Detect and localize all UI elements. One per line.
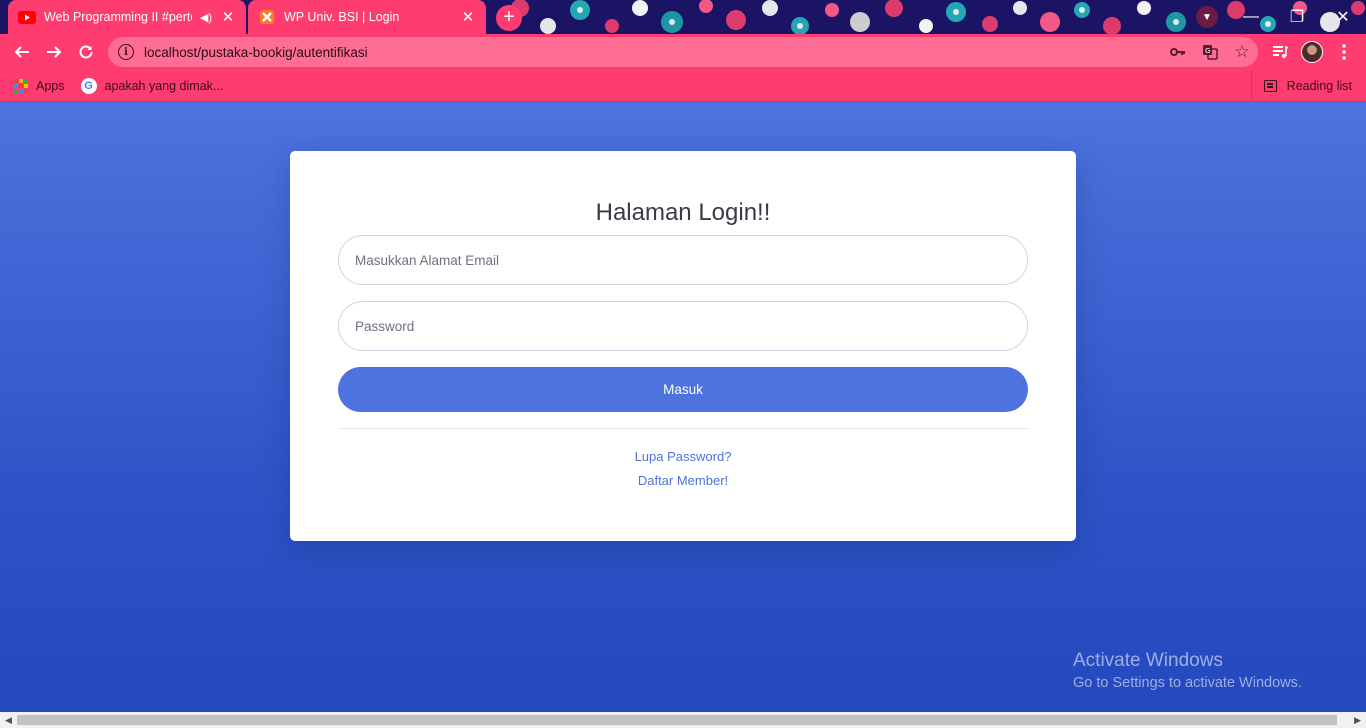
reading-list-label: Reading list	[1286, 79, 1352, 93]
tab-login[interactable]: WP Univ. BSI | Login ✕	[248, 0, 486, 34]
page-viewport: Halaman Login!! Masukkan Alamat Email Pa…	[0, 102, 1366, 712]
restore-icon[interactable]: ❐	[1274, 0, 1320, 34]
tab-youtube[interactable]: Web Programming II #perten ◀) ✕	[8, 0, 246, 34]
email-input[interactable]: Masukkan Alamat Email	[338, 235, 1028, 285]
bookmark-google-search[interactable]: G apakah yang dimak...	[80, 77, 224, 94]
bookmark-star-icon[interactable]: ☆	[1226, 42, 1258, 62]
forgot-password-label[interactable]: Lupa Password?	[635, 449, 732, 464]
reading-list-icon	[1263, 80, 1277, 92]
reading-list-button[interactable]: Reading list	[1250, 70, 1352, 102]
google-icon: G	[80, 77, 97, 94]
email-placeholder: Masukkan Alamat Email	[355, 252, 500, 268]
bookmark-apps[interactable]: Apps	[14, 78, 65, 93]
apps-grid-icon	[14, 78, 28, 93]
password-input[interactable]: Password	[338, 301, 1028, 351]
profile-avatar[interactable]	[1296, 36, 1328, 68]
menu-kebab-icon[interactable]	[1328, 36, 1360, 68]
tab-title: WP Univ. BSI | Login	[284, 10, 400, 24]
tab-search-icon[interactable]: ▼	[1196, 6, 1218, 28]
youtube-icon	[18, 10, 36, 24]
xampp-icon	[258, 10, 276, 24]
svg-text:G: G	[1205, 47, 1210, 55]
window-controls: — ❐ ✕	[1228, 0, 1366, 34]
forward-icon[interactable]	[38, 36, 70, 68]
forgot-password-link[interactable]: Lupa Password?	[290, 449, 1076, 464]
reload-icon[interactable]	[70, 36, 102, 68]
address-url[interactable]: localhost/pustaka-bookig/autentifikasi	[144, 45, 1162, 60]
bookmarks-bar: Apps G apakah yang dimak... Reading list	[0, 70, 1366, 102]
horizontal-scrollbar[interactable]: ◀ ▶	[0, 712, 1366, 728]
speaker-icon[interactable]: ◀)	[200, 11, 212, 24]
watermark-subtitle: Go to Settings to activate Windows.	[1073, 675, 1302, 691]
close-window-icon[interactable]: ✕	[1320, 0, 1366, 34]
password-placeholder: Password	[355, 318, 415, 334]
new-tab-button[interactable]: +	[496, 5, 522, 31]
tab-title: Web Programming II #perten	[44, 10, 192, 24]
close-tab-icon[interactable]: ✕	[460, 8, 476, 26]
back-icon[interactable]	[6, 36, 38, 68]
register-link[interactable]: Daftar Member!	[290, 473, 1076, 488]
browser-toolbar: i localhost/pustaka-bookig/autentifikasi…	[0, 34, 1366, 70]
close-tab-icon[interactable]: ✕	[220, 8, 236, 26]
scroll-left-icon[interactable]: ◀	[5, 715, 12, 726]
key-icon[interactable]	[1162, 47, 1194, 57]
minimize-icon[interactable]: —	[1228, 0, 1274, 34]
toolbar-right	[1264, 36, 1360, 68]
register-label[interactable]: Daftar Member!	[638, 473, 728, 488]
scrollbar-thumb[interactable]	[17, 715, 1337, 725]
watermark-title: Activate Windows	[1073, 650, 1223, 671]
bookmark-label: Apps	[36, 78, 65, 93]
avatar	[1301, 41, 1323, 63]
windows-activation-watermark: Activate Windows Go to Settings to activ…	[1073, 650, 1302, 691]
divider	[338, 428, 1028, 429]
scroll-right-icon[interactable]: ▶	[1354, 715, 1361, 726]
media-control-icon[interactable]	[1264, 36, 1296, 68]
page-title: Halaman Login!!	[595, 199, 771, 226]
address-bar[interactable]: i localhost/pustaka-bookig/autentifikasi…	[108, 37, 1258, 67]
bookmark-label: apakah yang dimak...	[104, 78, 224, 93]
translate-icon[interactable]: G	[1194, 44, 1226, 60]
tab-strip: Web Programming II #perten ◀) ✕ WP Univ.…	[0, 0, 1366, 34]
login-button[interactable]: Masuk	[338, 367, 1028, 412]
login-card: Halaman Login!! Masukkan Alamat Email Pa…	[290, 151, 1076, 541]
site-info-icon[interactable]: i	[118, 44, 134, 60]
